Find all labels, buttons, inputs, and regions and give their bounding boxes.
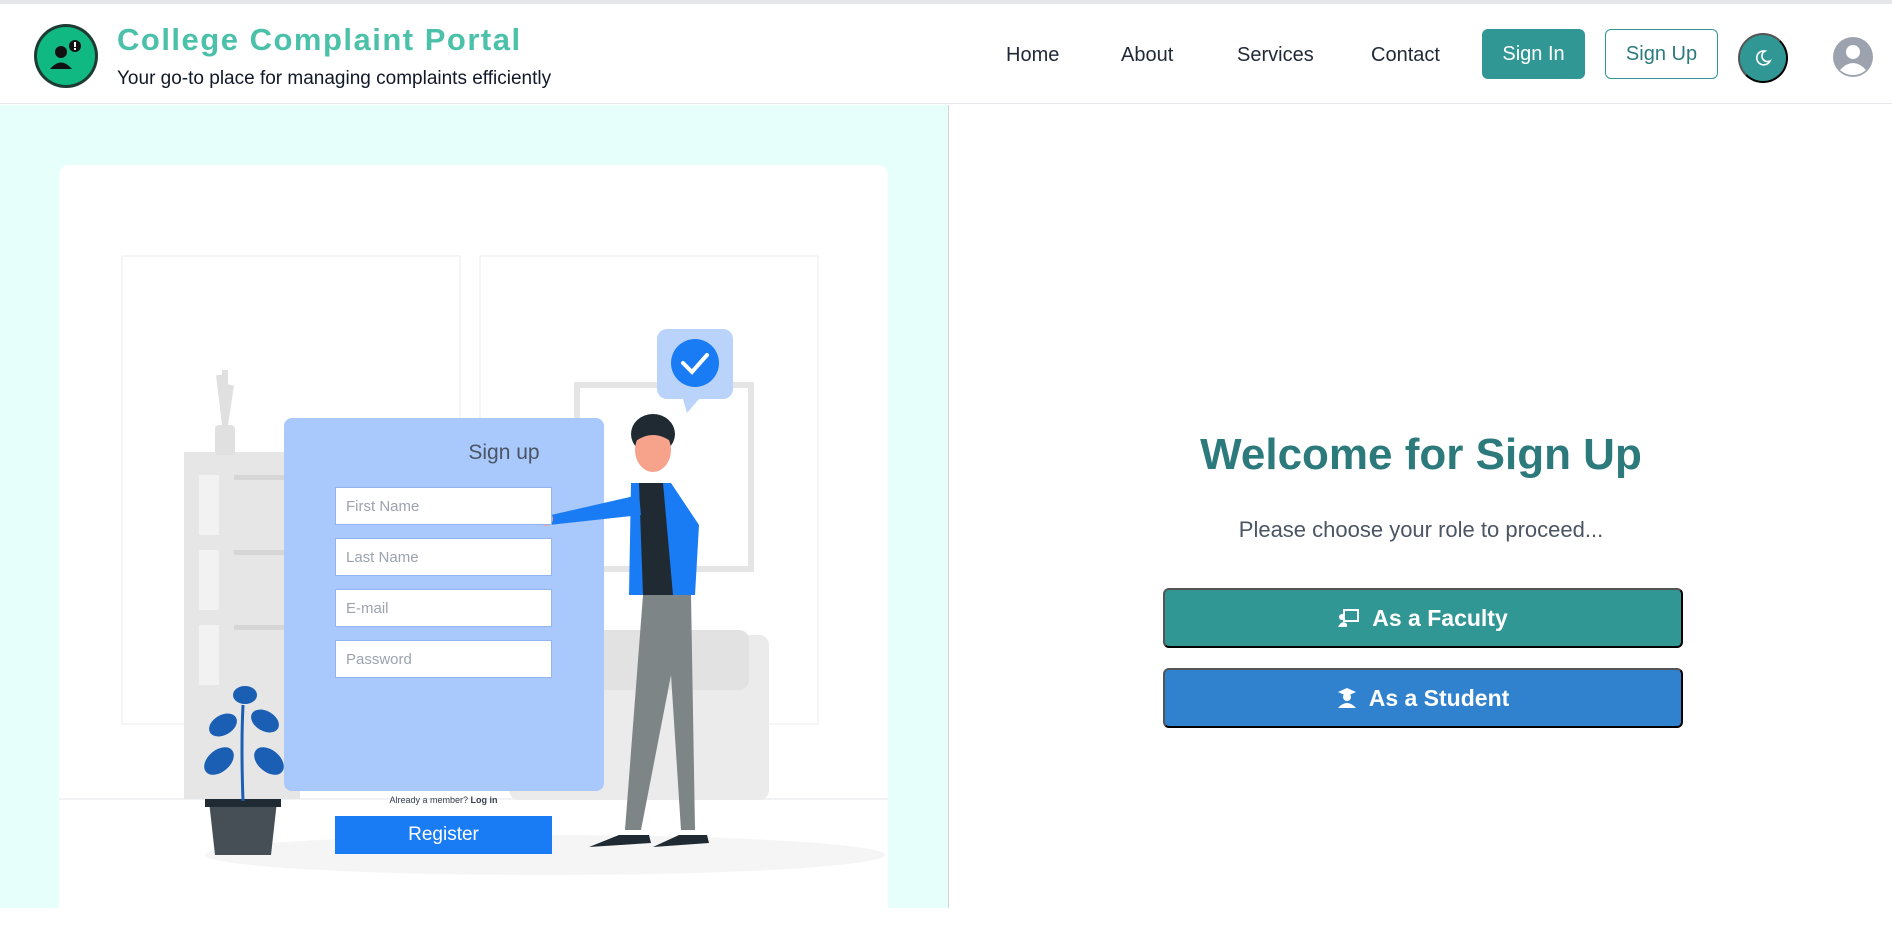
illustration-form-title: Sign up — [468, 441, 540, 464]
chalkboard-teacher-icon — [1338, 609, 1360, 627]
user-avatar-icon[interactable] — [1832, 36, 1874, 78]
illustration-register-button: Register — [335, 816, 552, 854]
student-role-label: As a Student — [1368, 684, 1510, 711]
faculty-role-label: As a Faculty — [1372, 604, 1508, 631]
sign-in-button[interactable]: Sign In — [1482, 29, 1585, 79]
graduate-student-icon — [1337, 688, 1356, 708]
site-tagline: Your go-to place for managing complaints… — [117, 68, 552, 89]
sign-up-button[interactable]: Sign Up — [1605, 29, 1718, 79]
illustration-password-field: Password — [335, 640, 552, 678]
role-prompt: Please choose your role to proceed... — [1238, 517, 1604, 542]
dark-mode-toggle[interactable] — [1738, 33, 1788, 83]
illustration-first-name-field: First Name — [335, 487, 552, 525]
site-header: College Complaint Portal Your go-to plac… — [0, 4, 1892, 104]
illustration-email-field: E-mail — [335, 589, 552, 627]
nav-contact-link[interactable]: Contact — [1371, 44, 1440, 67]
student-role-button[interactable]: As a Student — [1163, 668, 1683, 728]
site-title: College Complaint Portal — [117, 22, 522, 57]
illustration-panel: Sign up First Name Last Name E-mail Pass… — [0, 105, 949, 925]
illustration-last-name-field: Last Name — [335, 538, 552, 576]
already-member-text: Already a member? — [389, 795, 469, 805]
illustration-login-text: Log in — [470, 795, 498, 805]
faculty-role-button[interactable]: As a Faculty — [1163, 588, 1683, 648]
moon-icon — [1755, 50, 1772, 66]
illustration-login-hint: Already a member? Log in — [335, 795, 552, 805]
illustration-card: Sign up First Name Last Name E-mail Pass… — [59, 165, 888, 925]
nav-services-link[interactable]: Services — [1237, 44, 1314, 67]
welcome-heading: Welcome for Sign Up — [1200, 430, 1642, 479]
nav-about-link[interactable]: About — [1121, 44, 1173, 67]
nav-home-link[interactable]: Home — [1006, 44, 1059, 67]
logo-icon[interactable] — [34, 24, 98, 88]
